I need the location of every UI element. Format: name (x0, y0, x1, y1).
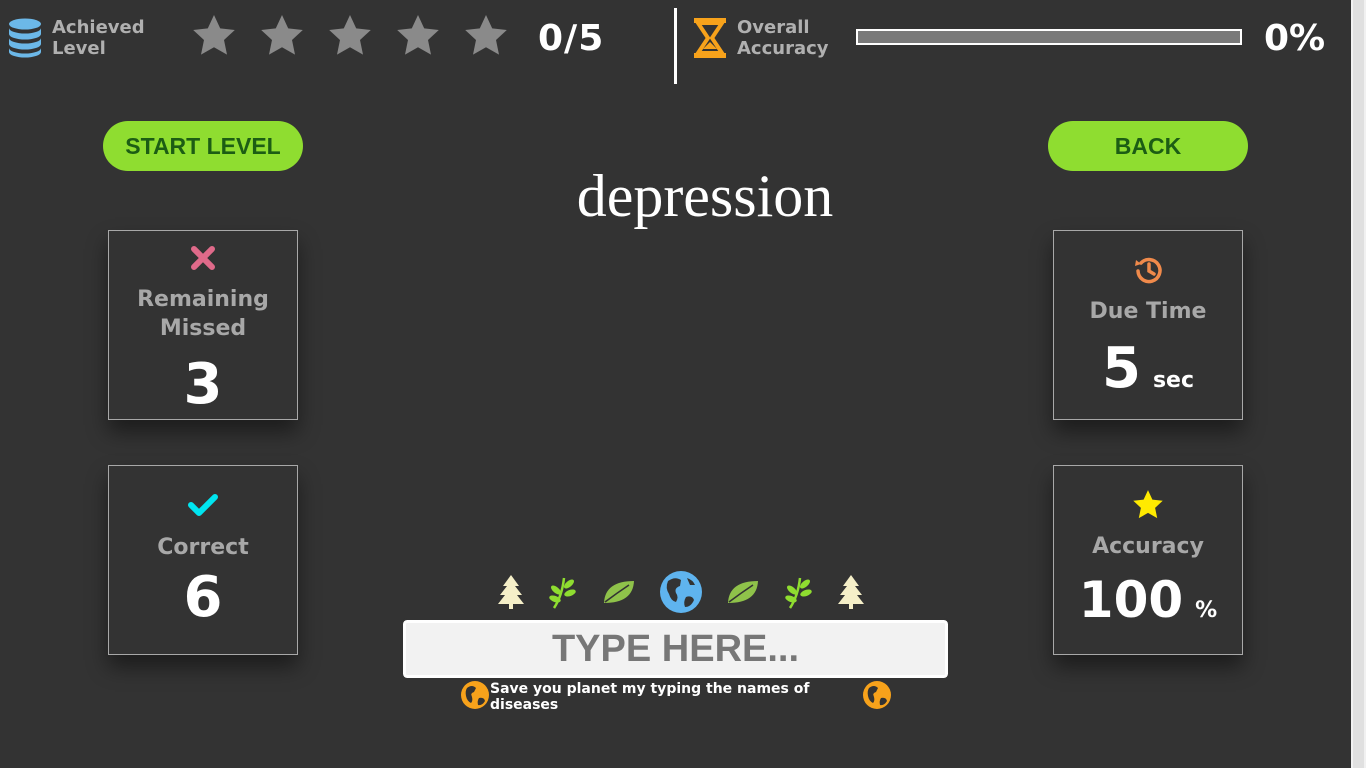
page-scrollbar[interactable] (1351, 0, 1366, 768)
herb-icon (548, 574, 578, 610)
globe-icon (862, 680, 892, 714)
database-icon (8, 18, 42, 62)
start-level-button[interactable]: START LEVEL (103, 121, 303, 171)
current-word: depression (576, 163, 834, 229)
level-score: 0/5 (538, 18, 605, 59)
correct-card: Correct 6 (108, 465, 298, 655)
footer: Save you planet my typing the names of d… (460, 680, 892, 714)
accuracy-value-row: 100% (1054, 570, 1242, 641)
accuracy-card: Accuracy 100% (1053, 465, 1243, 655)
back-button[interactable]: BACK (1048, 121, 1248, 171)
pine-tree-icon (836, 574, 866, 610)
earth-icon (659, 570, 703, 614)
due-time-label: Due Time (1089, 299, 1207, 324)
checkmark-icon (109, 492, 297, 518)
star-icon (1054, 488, 1242, 522)
level-stars (190, 12, 510, 64)
scrollbar-thumb[interactable] (1353, 0, 1364, 768)
history-clock-icon (1054, 255, 1242, 287)
correct-value: 6 (183, 565, 223, 630)
level-star-icon (462, 12, 510, 64)
leaf-icon (601, 577, 637, 607)
accuracy-label: Accuracy (1092, 534, 1204, 559)
due-time-value-row: 5 sec (1054, 339, 1242, 411)
header-divider (674, 8, 677, 84)
remaining-missed-value: 3 (183, 352, 223, 417)
level-star-icon (190, 12, 238, 64)
hourglass-icon (693, 18, 727, 62)
close-x-icon (109, 245, 297, 271)
herb-icon (784, 574, 814, 610)
level-star-icon (394, 12, 442, 64)
achieved-level-label: Achieved Level (52, 17, 145, 59)
accuracy-percent: 0% (1264, 18, 1326, 59)
level-star-icon (258, 12, 306, 64)
overall-accuracy-label: Overall Accuracy (737, 17, 829, 59)
typing-input[interactable] (401, 618, 950, 680)
remaining-missed-card: Remaining Missed 3 (108, 230, 298, 420)
pine-tree-icon (496, 574, 526, 610)
remaining-missed-label: Remaining Missed (137, 287, 269, 341)
accuracy-unit: % (1195, 598, 1218, 623)
nature-decorations (496, 568, 866, 616)
correct-label: Correct (157, 535, 249, 560)
footer-tagline: Save you planet my typing the names of d… (490, 681, 810, 713)
accuracy-value: 100 (1078, 571, 1184, 629)
due-time-unit: sec (1152, 368, 1195, 393)
globe-icon (460, 680, 490, 714)
level-star-icon (326, 12, 374, 64)
accuracy-progress-bar (856, 29, 1242, 45)
due-time-value: 5 (1101, 336, 1141, 401)
due-time-card: Due Time 5 sec (1053, 230, 1243, 420)
leaf-icon (725, 577, 761, 607)
